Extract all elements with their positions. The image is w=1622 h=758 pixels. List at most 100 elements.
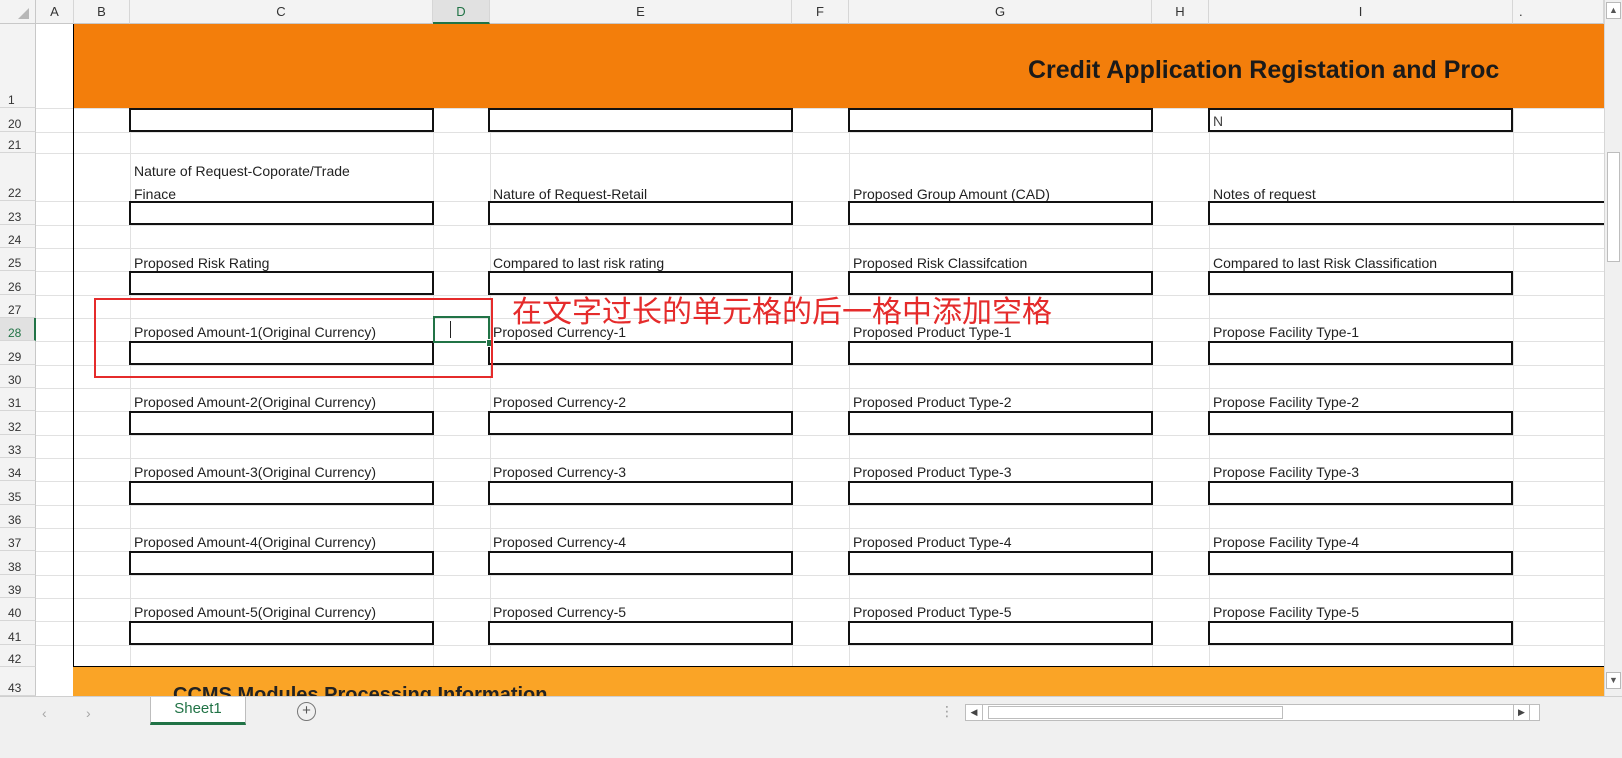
add-sheet-icon[interactable]: +	[297, 702, 316, 721]
input-box-e23[interactable]	[488, 201, 793, 225]
row-header-23[interactable]: 23	[0, 201, 36, 225]
label-g40: Proposed Product Type-5	[853, 604, 1012, 620]
scroll-right-icon[interactable]: ▶	[1513, 704, 1530, 721]
row-header-22[interactable]: 22	[0, 153, 36, 201]
input-box-c26[interactable]	[129, 271, 434, 295]
input-box-e35[interactable]	[488, 481, 793, 505]
sheet-tab-sheet1[interactable]: Sheet1	[150, 697, 246, 725]
label-g22: Proposed Group Amount (CAD)	[853, 186, 1050, 202]
label-i31: Propose Facility Type-2	[1213, 394, 1360, 410]
input-box-i29[interactable]	[1208, 341, 1513, 365]
row-header-31[interactable]: 31	[0, 388, 36, 411]
input-box-e29[interactable]	[488, 341, 793, 365]
label-e34: Proposed Currency-3	[493, 464, 627, 480]
column-header-e[interactable]: E	[490, 0, 792, 24]
row-header-21[interactable]: 21	[0, 132, 36, 153]
row-header-37[interactable]: 37	[0, 528, 36, 551]
input-box-i20[interactable]: N	[1208, 108, 1513, 132]
vertical-scroll-thumb[interactable]	[1607, 152, 1620, 262]
section-title-ccms: CCMS Modules Processing Information	[173, 684, 548, 696]
horizontal-scrollbar[interactable]: ◀	[965, 704, 1540, 721]
row-header-20[interactable]: 20	[0, 108, 36, 132]
vertical-scrollbar[interactable]: ▲ ▼	[1604, 0, 1622, 696]
input-box-i35[interactable]	[1208, 481, 1513, 505]
row-header-34[interactable]: 34	[0, 458, 36, 481]
row-header-25[interactable]: 25	[0, 248, 36, 271]
section-header-ccms: CCMS Modules Processing Information	[73, 666, 1604, 696]
input-box-i26[interactable]	[1208, 271, 1513, 295]
excel-window: A B C D E F G H I . 1 20 21 22 23 24 25 …	[0, 0, 1622, 758]
row-header-39[interactable]: 39	[0, 575, 36, 598]
title-banner: Credit Application Registation and Proc	[74, 24, 1604, 108]
input-box-c32[interactable]	[129, 411, 434, 435]
column-header-c[interactable]: C	[130, 0, 433, 24]
row-header-38[interactable]: 38	[0, 551, 36, 575]
row-header-29[interactable]: 29	[0, 341, 36, 365]
input-box-i38[interactable]	[1208, 551, 1513, 575]
input-box-g32[interactable]	[848, 411, 1153, 435]
input-box-g41[interactable]	[848, 621, 1153, 645]
scroll-down-icon[interactable]: ▼	[1606, 672, 1621, 689]
row-header-40[interactable]: 40	[0, 598, 36, 621]
scroll-up-icon[interactable]: ▲	[1606, 2, 1621, 19]
input-box-g38[interactable]	[848, 551, 1153, 575]
row-header-43[interactable]: 43	[0, 667, 36, 696]
nav-next-icon[interactable]: ›	[86, 705, 91, 721]
form-left-border	[73, 24, 74, 696]
label-i22: Notes of request	[1213, 186, 1316, 202]
row-header-36[interactable]: 36	[0, 505, 36, 528]
row-header-32[interactable]: 32	[0, 411, 36, 435]
label-c40: Proposed Amount-5(Original Currency)	[134, 604, 376, 620]
row-header-26[interactable]: 26	[0, 271, 36, 295]
row-header-1[interactable]: 1	[0, 24, 36, 108]
tab-split-handle[interactable]: ⋮	[940, 703, 954, 720]
label-e22: Nature of Request-Retail	[493, 186, 648, 202]
input-box-i32[interactable]	[1208, 411, 1513, 435]
label-c22-line1: Nature of Request-Coporate/Trade	[134, 163, 350, 179]
input-box-e32[interactable]	[488, 411, 793, 435]
column-header-h[interactable]: H	[1152, 0, 1209, 24]
cell-value-i20: N	[1213, 113, 1224, 129]
row-header-35[interactable]: 35	[0, 481, 36, 505]
column-header-g[interactable]: G	[849, 0, 1152, 24]
label-i34: Propose Facility Type-3	[1213, 464, 1360, 480]
input-box-c35[interactable]	[129, 481, 434, 505]
horizontal-scroll-thumb[interactable]	[988, 706, 1283, 719]
input-box-c41[interactable]	[129, 621, 434, 645]
input-box-g35[interactable]	[848, 481, 1153, 505]
row-header-27[interactable]: 27	[0, 295, 36, 318]
label-i40: Propose Facility Type-5	[1213, 604, 1360, 620]
label-c31: Proposed Amount-2(Original Currency)	[134, 394, 376, 410]
input-box-c20[interactable]	[129, 108, 434, 132]
row-header-30[interactable]: 30	[0, 365, 36, 388]
worksheet-grid[interactable]: Credit Application Registation and Proc …	[36, 24, 1604, 696]
input-box-c38[interactable]	[129, 551, 434, 575]
input-box-e38[interactable]	[488, 551, 793, 575]
column-header-b[interactable]: B	[74, 0, 130, 24]
input-box-i23[interactable]	[1208, 201, 1604, 225]
sheet-tab-bar: ‹ › Sheet1 + ⋮ ◀ ▶	[0, 696, 1622, 758]
select-all-button[interactable]	[0, 0, 36, 24]
row-header-33[interactable]: 33	[0, 435, 36, 458]
scroll-left-icon[interactable]: ◀	[966, 705, 983, 720]
nav-prev-icon[interactable]: ‹	[42, 705, 47, 721]
input-box-e20[interactable]	[488, 108, 793, 132]
row-header-42[interactable]: 42	[0, 645, 36, 667]
column-header-d[interactable]: D	[433, 0, 490, 24]
row-header-28[interactable]: 28	[0, 318, 36, 341]
column-header-f[interactable]: F	[792, 0, 849, 24]
label-e25: Compared to last risk rating	[493, 255, 665, 271]
column-header-j[interactable]: .	[1513, 0, 1604, 24]
column-header-i[interactable]: I	[1209, 0, 1513, 24]
input-box-g23[interactable]	[848, 201, 1153, 225]
input-box-g20[interactable]	[848, 108, 1153, 132]
label-g34: Proposed Product Type-3	[853, 464, 1012, 480]
label-g25: Proposed Risk Classifcation	[853, 255, 1028, 271]
row-header-41[interactable]: 41	[0, 621, 36, 645]
input-box-g29[interactable]	[848, 341, 1153, 365]
row-header-24[interactable]: 24	[0, 225, 36, 248]
input-box-c23[interactable]	[129, 201, 434, 225]
input-box-e41[interactable]	[488, 621, 793, 645]
column-header-a[interactable]: A	[36, 0, 74, 24]
input-box-i41[interactable]	[1208, 621, 1513, 645]
